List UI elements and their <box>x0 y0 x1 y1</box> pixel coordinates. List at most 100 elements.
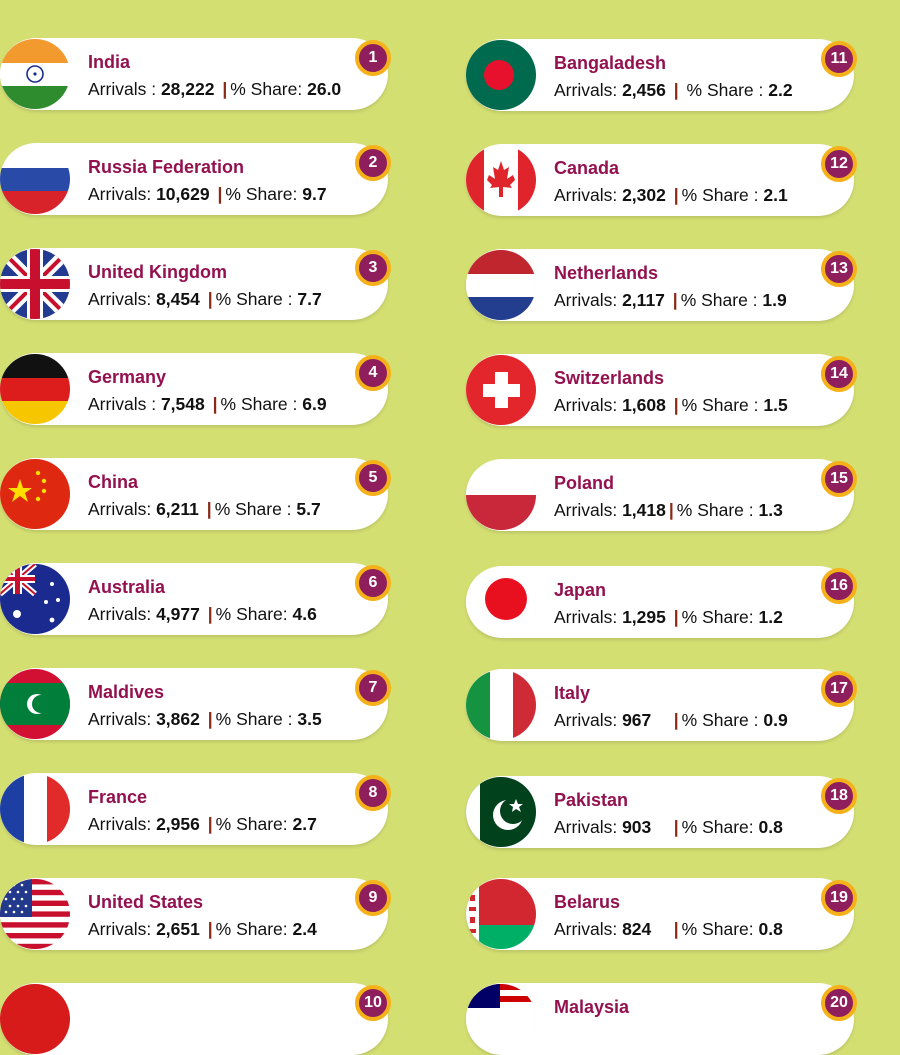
rank-badge: 15 <box>821 461 857 497</box>
arrivals-label: Arrivals <box>554 710 613 730</box>
country-name: Belarus <box>554 892 621 912</box>
stats-line: Arrivals: 2,117 |% Share : 1.9 <box>554 290 787 310</box>
share-label: % Share <box>214 499 282 519</box>
rank-badge: 2 <box>355 145 391 181</box>
arrivals-value: 2,651 <box>156 919 200 939</box>
country-card-italy: Italy Arrivals: 967 |% Share : 0.9 17 <box>466 669 857 741</box>
arrivals-label: Arrivals <box>88 919 147 939</box>
germany-flag-icon <box>0 354 70 424</box>
country-name: Germany <box>88 367 167 387</box>
rank-badge: 14 <box>821 356 857 392</box>
share-label: % Share <box>686 80 754 100</box>
share-value: 9.7 <box>302 184 327 204</box>
country-card-bangladesh: Bangaladesh Arrivals: 2,456 | % Share : … <box>466 39 857 111</box>
share-value: 3.5 <box>297 709 322 729</box>
country-name: Maldives <box>88 682 165 702</box>
arrivals-label: Arrivals <box>88 184 147 204</box>
stats-line: Arrivals : 7,548 |% Share : 6.9 <box>88 394 327 414</box>
country-name: United States <box>88 892 204 912</box>
arrivals-label: Arrivals <box>554 395 613 415</box>
share-label: % Share <box>676 500 744 520</box>
country-card-netherlands: Netherlands Arrivals: 2,117 |% Share : 1… <box>466 249 857 321</box>
stats-line: Arrivals: 903 |% Share: 0.8 <box>554 817 783 837</box>
share-label: % Share <box>215 604 283 624</box>
arrivals-value: 824 <box>622 919 652 939</box>
share-value: 2.7 <box>292 814 317 834</box>
arrivals-label: Arrivals <box>554 607 613 627</box>
share-value: 2.4 <box>292 919 317 939</box>
share-value: 0.9 <box>763 710 788 730</box>
arrivals-value: 8,454 <box>156 289 200 309</box>
bangladesh-flag-icon <box>466 40 536 110</box>
country-name: Pakistan <box>554 790 629 810</box>
separator: | <box>207 709 213 729</box>
separator: | <box>673 607 679 627</box>
uk-flag-icon <box>0 249 70 319</box>
country-card-china: China Arrivals: 6,211 |% Share : 5.7 5 <box>0 458 391 530</box>
share-label: % Share <box>680 290 748 310</box>
share-label: % Share <box>681 607 749 627</box>
usa-flag-icon <box>0 879 70 949</box>
country-card-france: France Arrivals: 2,956 |% Share: 2.7 8 <box>0 773 391 845</box>
stats-line: Arrivals: 10,629 |% Share: 9.7 <box>88 184 327 204</box>
arrivals-label: Arrivals <box>88 604 147 624</box>
arrivals-label: Arrivals <box>554 500 613 520</box>
australia-flag-icon <box>0 564 70 634</box>
stats-line: Arrivals : 28,222 |% Share: 26.0 <box>88 79 342 99</box>
arrivals-value: 2,956 <box>156 814 200 834</box>
country-card-switzerland: Switzerlands Arrivals: 1,608 |% Share : … <box>466 354 857 426</box>
arrivals-value: 2,302 <box>622 185 666 205</box>
country-name: India <box>88 52 131 72</box>
separator: | <box>207 289 213 309</box>
rank-badge: 10 <box>355 985 391 1021</box>
separator: | <box>673 919 679 939</box>
china-flag-icon <box>0 459 70 529</box>
share-value: 4.6 <box>292 604 317 624</box>
country-card-pakistan: Pakistan Arrivals: 903 |% Share: 0.8 18 <box>466 776 857 848</box>
rank-badge: 17 <box>821 671 857 707</box>
country-card-malaysia: Malaysia 20 <box>466 983 857 1055</box>
switzerland-flag-icon <box>466 355 536 425</box>
country-card-germany: Germany Arrivals : 7,548 |% Share : 6.9 … <box>0 353 391 425</box>
arrivals-value: 903 <box>622 817 652 837</box>
country-card-partial: 10 <box>0 983 391 1055</box>
arrivals-label: Arrivals <box>88 79 147 99</box>
arrivals-label: Arrivals <box>88 814 147 834</box>
netherlands-flag-icon <box>466 250 536 320</box>
separator: | <box>668 500 674 520</box>
country-name: Japan <box>554 580 607 600</box>
japan-flag-icon <box>466 567 536 637</box>
share-label: % Share <box>681 185 749 205</box>
arrivals-value: 1,418 <box>622 500 666 520</box>
stats-line: Arrivals: 2,651 |% Share: 2.4 <box>88 919 317 939</box>
arrivals-label: Arrivals <box>554 80 613 100</box>
share-value: 5.7 <box>296 499 321 519</box>
country-card-canada: Canada Arrivals: 2,302 |% Share : 2.1 12 <box>466 144 857 216</box>
arrivals-label: Arrivals <box>554 185 613 205</box>
share-value: 0.8 <box>758 919 783 939</box>
rank-badge: 7 <box>355 670 391 706</box>
country-name: Poland <box>554 473 615 493</box>
pakistan-flag-icon <box>466 777 536 847</box>
separator: | <box>207 919 213 939</box>
arrivals-value: 3,862 <box>156 709 200 729</box>
rank-badge: 6 <box>355 565 391 601</box>
country-name: Italy <box>554 683 591 703</box>
stats-line: Arrivals: 6,211 |% Share : 5.7 <box>88 499 321 519</box>
share-label: % Share <box>215 814 283 834</box>
rank-badge: 16 <box>821 568 857 604</box>
rank-badge: 9 <box>355 880 391 916</box>
share-value: 1.2 <box>758 607 783 627</box>
rank-badge: 4 <box>355 355 391 391</box>
stats-line: Arrivals: 2,302 |% Share : 2.1 <box>554 185 788 205</box>
share-label: % Share <box>681 395 749 415</box>
country-card-japan: Japan Arrivals: 1,295 |% Share: 1.2 16 <box>466 566 857 638</box>
arrivals-value: 7,548 <box>160 394 205 414</box>
country-name: Australia <box>88 577 166 597</box>
stats-line: Arrivals: 1,418 |% Share : 1.3 <box>554 500 783 520</box>
belarus-flag-icon <box>466 879 536 949</box>
rank-badge: 18 <box>821 778 857 814</box>
country-card-russia: Russia Federation Arrivals: 10,629 |% Sh… <box>0 143 391 215</box>
country-card-united-states: United States Arrivals: 2,651 |% Share: … <box>0 878 391 950</box>
share-label: % Share <box>681 919 749 939</box>
